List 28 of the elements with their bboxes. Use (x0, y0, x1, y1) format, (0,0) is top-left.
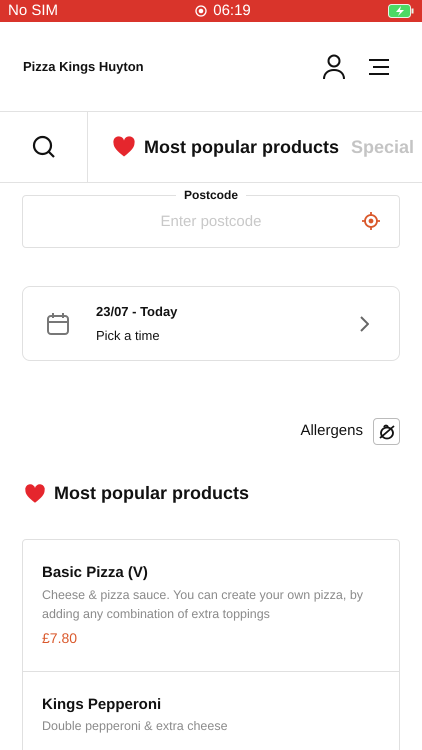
allergen-icon (378, 422, 396, 440)
category-tab[interactable]: Most popular products (112, 134, 339, 160)
product-name: Basic Pizza (V) (42, 563, 149, 583)
calendar-icon (46, 312, 70, 336)
product-name: Kings Pepperoni (42, 694, 162, 714)
date-text: 23/07 - Today (96, 303, 178, 321)
menu-icon[interactable] (368, 58, 390, 74)
battery-icon (388, 4, 414, 18)
heart-icon (112, 135, 136, 159)
product-description: Double pepperoni & extra cheese (42, 718, 229, 735)
allergens-button[interactable] (373, 418, 400, 445)
search-icon[interactable] (32, 135, 56, 159)
carrier-text: No SIM (8, 0, 58, 21)
account-icon[interactable] (322, 54, 346, 80)
pick-time-text: Pick a time (96, 326, 161, 344)
record-icon (195, 5, 208, 17)
product-item[interactable]: Basic Pizza (V) Cheese & pizza sauce. You can create your own pizza, by adding any combination of extra toppings £7.80 (23, 540, 399, 670)
product-item[interactable]: Kings Pepperoni Double pepperoni & extra cheese (23, 670, 399, 750)
heart-icon (24, 482, 46, 504)
section-title: Most popular products (54, 482, 249, 505)
locate-icon[interactable] (362, 212, 380, 230)
clock-text: 06:19 (213, 0, 251, 21)
allergens-label: Allergens (300, 421, 363, 442)
product-price: £7.80 (42, 628, 78, 648)
chevron-right-icon (359, 316, 369, 332)
time-picker-card[interactable]: 23/07 - Today Pick a time (22, 286, 400, 361)
restaurant-name: Pizza Kings Huyton (23, 58, 144, 76)
product-description: Cheese & pizza sauce. You can create your own pizza, by adding any combination of extra toppings (42, 586, 364, 623)
